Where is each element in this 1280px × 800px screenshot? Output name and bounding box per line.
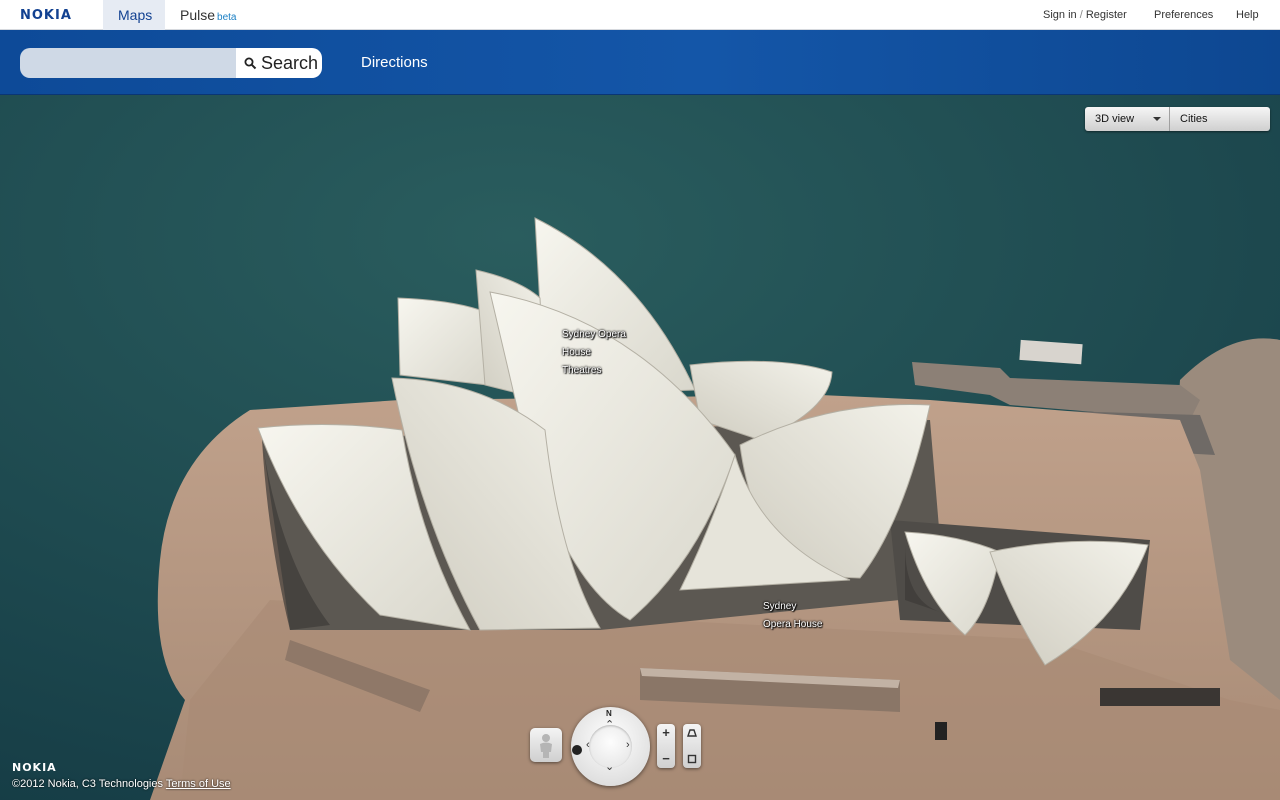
zoom-control: + − (657, 724, 675, 768)
street-view-pegman[interactable] (530, 728, 562, 762)
compass-north-label: N (606, 709, 612, 718)
caret-down-icon (1153, 117, 1161, 121)
search-input[interactable] (20, 48, 236, 78)
top-bar: NOKIA Maps Pulse beta Sign in / Register … (0, 0, 1280, 30)
search-bar: Search Directions (0, 30, 1280, 95)
directions-link[interactable]: Directions (361, 54, 428, 71)
cities-button[interactable]: Cities (1170, 107, 1270, 131)
preferences-link[interactable]: Preferences (1154, 9, 1213, 21)
tab-pulse[interactable]: Pulse beta (165, 0, 252, 30)
sydney-opera-house-3d-scene (0, 95, 1280, 800)
tab-pulse-label: Pulse (180, 7, 216, 23)
beta-badge: beta (217, 12, 237, 23)
tilt-flat-icon[interactable] (687, 754, 697, 764)
label-line: Opera House (763, 619, 823, 630)
label-line: Theatres (562, 365, 602, 376)
map-view[interactable]: Sydney Opera House Theatres Sydney Opera… (0, 95, 1280, 800)
register-link[interactable]: Register (1086, 9, 1127, 21)
nokia-logo[interactable]: NOKIA (20, 8, 72, 23)
search-button-label: Search (261, 52, 319, 73)
compass-control[interactable]: N ⌃ ⌄ ‹ › (571, 707, 650, 786)
footer-nokia-logo: NOKIA (12, 761, 57, 774)
view-mode-label: 3D view (1095, 113, 1135, 125)
zoom-in-button[interactable]: + (657, 726, 675, 740)
label-line: House (562, 347, 591, 358)
search-button[interactable]: Search (236, 48, 322, 78)
pan-right-icon[interactable]: › (626, 740, 630, 751)
cities-label: Cities (1180, 113, 1208, 125)
label-sydney-opera-house[interactable]: Sydney Opera House (763, 598, 822, 634)
tilt-up-icon[interactable] (687, 728, 697, 738)
terms-of-use-link[interactable]: Terms of Use (166, 778, 231, 790)
link-separator: / (1079, 9, 1083, 21)
pan-up-icon[interactable]: ⌃ (605, 720, 614, 731)
label-line: Sydney Opera (562, 329, 626, 340)
label-line: Sydney (763, 601, 797, 612)
person-icon (540, 734, 552, 758)
zoom-out-button[interactable]: − (657, 752, 675, 766)
sign-in-link[interactable]: Sign in (1043, 9, 1077, 21)
sign-in-register: Sign in / Register (1043, 9, 1127, 21)
label-sydney-opera-house-theatres[interactable]: Sydney Opera House Theatres (562, 326, 626, 380)
copyright-text: ©2012 Nokia, C3 Technologies (12, 778, 163, 790)
tab-maps[interactable]: Maps (103, 0, 165, 30)
tilt-control (683, 724, 701, 768)
pan-down-icon[interactable]: ⌄ (605, 762, 614, 773)
view-controls: 3D view Cities (1085, 107, 1270, 131)
rotate-handle-icon[interactable] (572, 745, 582, 755)
pan-left-icon[interactable]: ‹ (586, 740, 590, 751)
footer-copyright: ©2012 Nokia, C3 Technologies Terms of Us… (12, 778, 231, 790)
view-mode-dropdown[interactable]: 3D view (1085, 107, 1170, 131)
help-link[interactable]: Help (1236, 9, 1259, 21)
search-icon (244, 57, 257, 69)
tab-maps-label: Maps (118, 7, 153, 23)
